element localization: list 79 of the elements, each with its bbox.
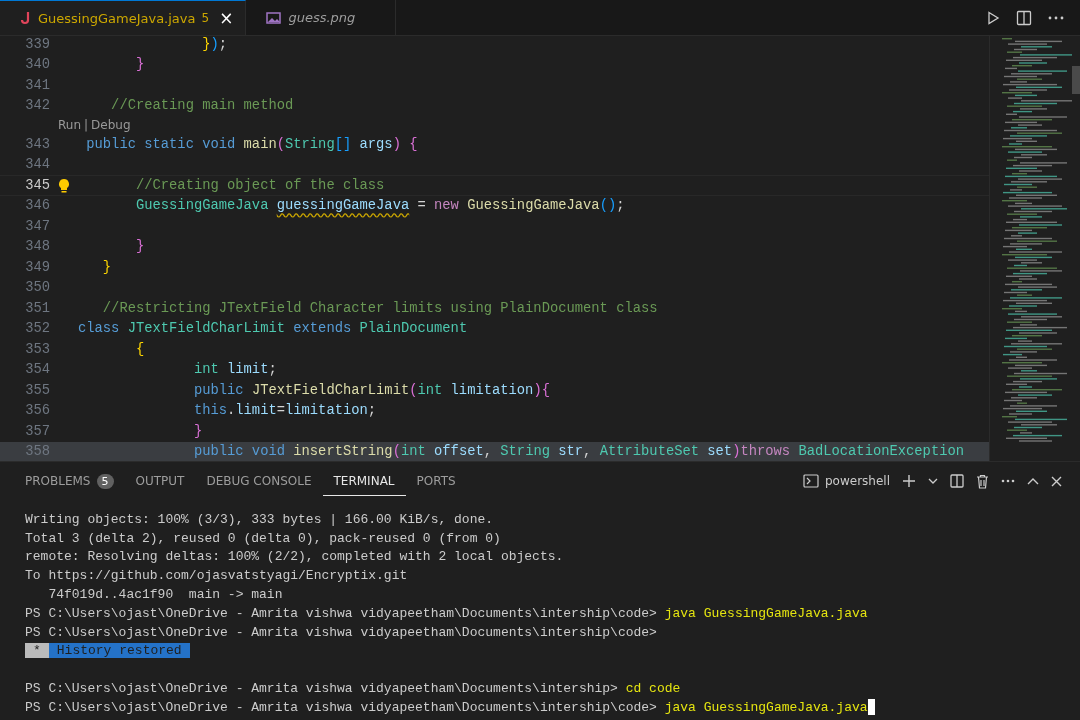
- code-line: //Creating object of the class: [134, 177, 385, 193]
- terminal-icon: [803, 474, 819, 488]
- panel-tab[interactable]: PORTS: [405, 466, 467, 496]
- line-number: 344: [24, 157, 50, 173]
- code-line: }: [101, 259, 112, 275]
- trash-icon[interactable]: [976, 473, 989, 489]
- line-number: 341: [24, 77, 50, 93]
- panel-tab[interactable]: TERMINAL: [322, 466, 406, 496]
- terminal-command: java GuessingGameJava.java: [664, 699, 868, 715]
- code-line: public void insertString(int offset, String str, AttributeSet set)throws BadLocationException: [192, 444, 964, 460]
- editor-tab[interactable]: guess.png: [246, 0, 397, 35]
- code-line: }: [134, 239, 145, 255]
- terminal-command: cd code: [625, 681, 681, 697]
- code-line: }: [134, 57, 145, 73]
- line-number: 340: [24, 57, 50, 73]
- code-line: //Creating main method: [110, 98, 294, 114]
- debug-link[interactable]: Debug: [91, 118, 131, 132]
- more-icon[interactable]: [1048, 15, 1064, 20]
- split-terminal-icon[interactable]: [950, 474, 964, 488]
- terminal-command: java GuessingGameJava.java: [664, 605, 868, 621]
- scrollbar[interactable]: [1072, 66, 1080, 94]
- history-restored-notice: History restored: [48, 643, 190, 659]
- terminal-prompt: PS C:\Users\ojast\OneDrive - Amrita vishwa vidyapeetham\Documents\intership\code>: [25, 605, 657, 621]
- terminal-output: 74f019d..4ac1f90 main -> main: [47, 587, 283, 603]
- code-line: }: [192, 423, 203, 439]
- terminal-output: remote: Resolving deltas: 100% (2/2), completed with 2 local objects.: [25, 549, 564, 565]
- close-icon[interactable]: [1051, 475, 1062, 487]
- chevron-down-icon[interactable]: [928, 478, 938, 484]
- line-number: 350: [24, 280, 50, 296]
- chevron-up-icon[interactable]: [1027, 477, 1039, 485]
- code-line: public static void main(String[] args) {: [85, 136, 418, 152]
- terminal-prompt: PS C:\Users\ojast\OneDrive - Amrita vishwa vidyapeetham\Documents\intership\code>: [25, 624, 657, 640]
- terminal-output: Total 3 (delta 2), reused 0 (delta 0), pack-reused 0 (from 0): [25, 530, 501, 546]
- line-number: 355: [24, 382, 50, 398]
- line-number: 342: [24, 98, 50, 114]
- close-tab-button[interactable]: ×: [219, 8, 234, 28]
- line-number: 356: [24, 403, 50, 419]
- editor-tab[interactable]: GuessingGameJava.java 5 ×: [0, 0, 247, 35]
- line-number: 353: [24, 341, 50, 357]
- line-number: 358: [24, 444, 50, 460]
- line-number: 354: [24, 362, 50, 378]
- code-line: {: [134, 341, 145, 357]
- line-number: 351: [24, 300, 50, 316]
- problem-count: 5: [201, 11, 210, 25]
- more-icon[interactable]: [1001, 479, 1015, 483]
- run-icon[interactable]: [986, 10, 1000, 25]
- notice-marker: *: [25, 643, 49, 659]
- terminal-prompt: PS C:\Users\ojast\OneDrive - Amrita vishwa vidyapeetham\Documents\intership\code>: [25, 699, 657, 715]
- line-number: 343: [24, 136, 50, 152]
- panel-tab[interactable]: PROBLEMS 5: [14, 465, 125, 497]
- terminal-prompt: PS C:\Users\ojast\OneDrive - Amrita vishwa vidyapeetham\Documents\intership>: [25, 681, 618, 697]
- panel-tab[interactable]: OUTPUT: [124, 466, 196, 496]
- code-line: class JTextFieldCharLimit extends PlainDocument: [78, 321, 468, 337]
- code-line: GuessingGameJava guessingGameJava = new GuessingGameJava();: [134, 198, 625, 214]
- add-icon[interactable]: [902, 474, 916, 488]
- line-number: 352: [24, 321, 50, 337]
- line-number: 357: [24, 423, 50, 439]
- terminal-profile[interactable]: powershell: [825, 474, 890, 488]
- code-line: });: [201, 36, 228, 52]
- panel-tab[interactable]: DEBUG CONSOLE: [195, 466, 323, 496]
- java-file-icon: [20, 11, 32, 25]
- lightbulb-icon[interactable]: [58, 177, 70, 193]
- separator: |: [84, 118, 89, 132]
- terminal-output: Writing objects: 100% (3/3), 333 bytes | 166.00 KiB/s, done.: [25, 511, 494, 527]
- split-editor-icon[interactable]: [1016, 9, 1032, 26]
- line-number: 349: [24, 259, 50, 275]
- code-line: int limit;: [192, 362, 277, 378]
- image-file-icon: [266, 10, 283, 25]
- code-line: //Restricting JTextField Character limits using PlainDocument class: [101, 300, 658, 316]
- line-number: 339: [24, 36, 50, 52]
- problem-count: 5: [96, 473, 114, 489]
- line-number: 348: [24, 239, 50, 255]
- code-line: public JTextFieldCharLimit(int limitation){: [192, 382, 550, 398]
- run-link[interactable]: Run: [58, 118, 81, 132]
- line-number: 347: [24, 218, 50, 234]
- line-number: 345: [24, 177, 50, 193]
- code-line: this.limit=limitation;: [192, 403, 377, 419]
- line-number: 346: [24, 198, 50, 214]
- terminal-output: To https://github.com/ojasvatstyagi/Encryptix.git: [25, 568, 408, 584]
